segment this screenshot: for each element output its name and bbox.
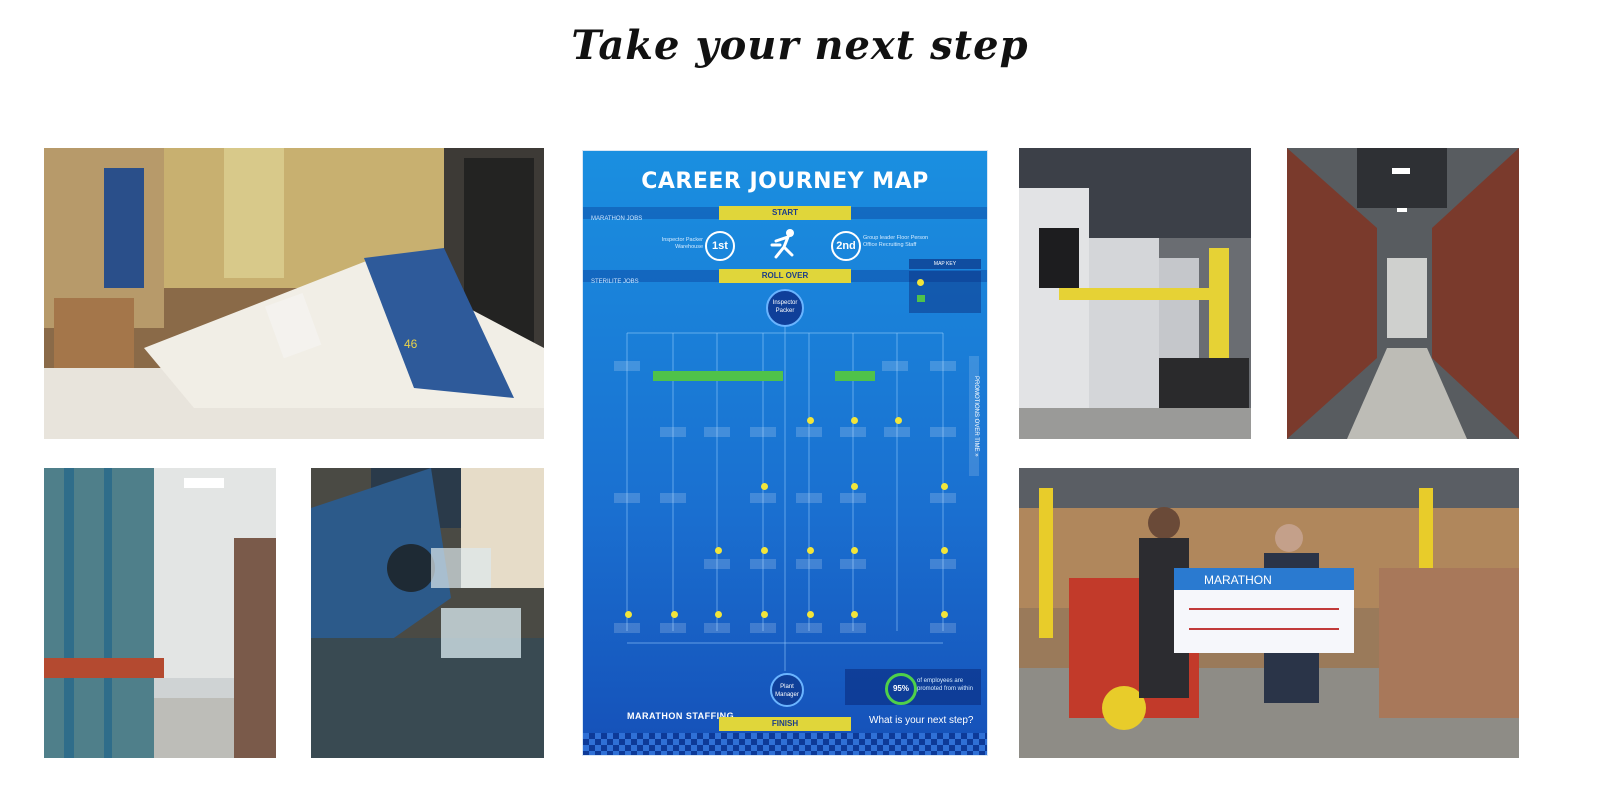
checkered-finish [583,733,987,755]
finish-bar: FINISH [719,717,851,731]
next-step-cta: What is your next step? [869,715,974,726]
career-journey-map: CAREER JOURNEY MAP MARATHON JOBS START 1… [582,150,988,756]
career-tree-lines [626,327,944,671]
svg-text:46: 46 [404,337,418,351]
page-heading: Take your next step [571,22,1029,69]
maintenance-training-bar [653,371,783,381]
warehouse-aisle-photo [1287,148,1519,439]
stat-percent: 95% [885,673,917,705]
referral-check-photo: MARATHON [1019,468,1519,758]
promotions-label: PROMOTIONS OVER TIME » [969,356,979,476]
molding-machines-photo [1019,148,1251,439]
promotion-stat: 95% of employees are promoted from withi… [845,669,981,705]
conveyor-photo: 46 [44,148,544,439]
racking-aisle-photo [44,468,276,758]
stat-text: of employees are promoted from within [917,678,974,692]
svg-text:MARATHON: MARATHON [1204,573,1272,587]
assistant-training-bar [835,371,875,381]
conveyor-closeup-photo [311,468,544,758]
plant-manager-node: Plant Manager [770,673,804,707]
